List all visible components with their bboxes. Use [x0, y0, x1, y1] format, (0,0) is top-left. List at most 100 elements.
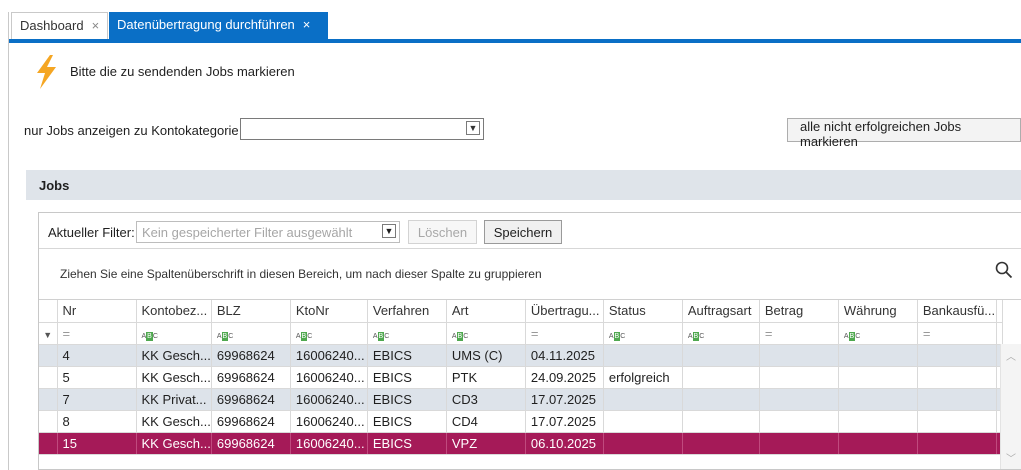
- table-cell[interactable]: [838, 366, 918, 389]
- table-cell[interactable]: EBICS: [367, 432, 447, 455]
- table-cell[interactable]: [682, 344, 760, 367]
- table-cell[interactable]: [917, 388, 997, 411]
- table-cell[interactable]: CD4: [446, 410, 526, 433]
- row-indicator[interactable]: [39, 388, 58, 411]
- table-cell[interactable]: [759, 366, 839, 389]
- table-cell[interactable]: 16006240...: [290, 388, 368, 411]
- equals-filter-icon[interactable]: =: [57, 322, 137, 345]
- table-cell[interactable]: [682, 432, 760, 455]
- table-cell[interactable]: KK Privat...: [136, 388, 212, 411]
- table-cell[interactable]: [603, 410, 683, 433]
- table-row[interactable]: 4 KK Gesch... 69968624 16006240... EBICS UMS …: [39, 344, 1003, 367]
- table-cell[interactable]: [917, 366, 997, 389]
- column-header-status[interactable]: Status: [603, 300, 683, 323]
- text-filter-icon[interactable]: ABC: [367, 322, 447, 345]
- table-cell[interactable]: [759, 410, 839, 433]
- table-cell[interactable]: 16006240...: [290, 432, 368, 455]
- table-cell[interactable]: KK Gesch...: [136, 432, 212, 455]
- scroll-up-icon[interactable]: ︿: [1006, 348, 1016, 363]
- column-header-nr[interactable]: Nr: [57, 300, 137, 323]
- table-row[interactable]: 15 KK Gesch... 69968624 16006240... EBICS VPZ…: [39, 432, 1003, 455]
- tab-datenuebertragung[interactable]: Datenübertragung durchführen ×: [109, 12, 328, 39]
- table-cell[interactable]: 17.07.2025: [525, 410, 604, 433]
- equals-filter-icon[interactable]: =: [917, 322, 997, 345]
- table-cell[interactable]: [682, 388, 760, 411]
- column-header-blz[interactable]: BLZ: [211, 300, 291, 323]
- table-cell[interactable]: 16006240...: [290, 344, 368, 367]
- table-cell[interactable]: [759, 344, 839, 367]
- saved-filter-select[interactable]: Kein gespeicherter Filter ausgewählt ▼: [136, 221, 400, 243]
- table-cell[interactable]: VPZ: [446, 432, 526, 455]
- text-filter-icon[interactable]: ABC: [211, 322, 291, 345]
- column-header-kontobezeichnung[interactable]: Kontobez...: [136, 300, 212, 323]
- mark-all-button[interactable]: alle nicht erfolgreichen Jobs markieren: [787, 118, 1021, 149]
- column-header-auftragsart[interactable]: Auftragsart: [682, 300, 760, 323]
- table-cell[interactable]: 17.07.2025: [525, 388, 604, 411]
- table-cell[interactable]: [838, 410, 918, 433]
- table-cell[interactable]: EBICS: [367, 388, 447, 411]
- chevron-down-icon[interactable]: ▼: [382, 224, 396, 238]
- table-cell[interactable]: 69968624: [211, 344, 291, 367]
- table-cell[interactable]: [682, 366, 760, 389]
- delete-filter-button[interactable]: Löschen: [408, 220, 477, 244]
- column-header-bankausfuehrung[interactable]: Bankausfü...: [917, 300, 997, 323]
- row-indicator[interactable]: [39, 366, 58, 389]
- text-filter-icon[interactable]: ABC: [290, 322, 368, 345]
- table-cell[interactable]: 15: [57, 432, 137, 455]
- table-cell[interactable]: [603, 432, 683, 455]
- table-cell[interactable]: [838, 344, 918, 367]
- table-cell[interactable]: [838, 432, 918, 455]
- table-cell[interactable]: CD3: [446, 388, 526, 411]
- close-icon[interactable]: ×: [303, 17, 311, 32]
- table-cell[interactable]: 16006240...: [290, 410, 368, 433]
- close-icon[interactable]: ×: [92, 18, 100, 33]
- table-row[interactable]: 7 KK Privat... 69968624 16006240... EBICS CD3…: [39, 388, 1003, 411]
- equals-filter-icon[interactable]: =: [525, 322, 604, 345]
- table-cell[interactable]: EBICS: [367, 344, 447, 367]
- table-cell[interactable]: EBICS: [367, 366, 447, 389]
- table-cell[interactable]: [838, 388, 918, 411]
- table-cell[interactable]: [682, 410, 760, 433]
- equals-filter-icon[interactable]: =: [759, 322, 839, 345]
- table-row[interactable]: 5 KK Gesch... 69968624 16006240... EBICS PTK 2…: [39, 366, 1003, 389]
- text-filter-icon[interactable]: ABC: [446, 322, 526, 345]
- save-filter-button[interactable]: Speichern: [484, 220, 562, 244]
- table-cell[interactable]: 4: [57, 344, 137, 367]
- table-cell[interactable]: KK Gesch...: [136, 344, 212, 367]
- filter-icon[interactable]: ▼: [39, 322, 58, 345]
- vertical-scrollbar[interactable]: ︿ ﹀: [1000, 344, 1021, 469]
- column-header-waehrung[interactable]: Währung: [838, 300, 918, 323]
- table-cell[interactable]: 69968624: [211, 388, 291, 411]
- row-indicator[interactable]: [39, 410, 58, 433]
- table-cell[interactable]: [603, 344, 683, 367]
- table-cell[interactable]: 69968624: [211, 432, 291, 455]
- table-cell[interactable]: [759, 388, 839, 411]
- table-cell[interactable]: UMS (C): [446, 344, 526, 367]
- table-cell[interactable]: 69968624: [211, 410, 291, 433]
- table-cell[interactable]: 8: [57, 410, 137, 433]
- search-icon[interactable]: [995, 261, 1013, 279]
- table-cell[interactable]: KK Gesch...: [136, 366, 212, 389]
- table-cell[interactable]: EBICS: [367, 410, 447, 433]
- text-filter-icon[interactable]: ABC: [682, 322, 760, 345]
- table-cell[interactable]: [603, 388, 683, 411]
- row-indicator[interactable]: [39, 344, 58, 367]
- text-filter-icon[interactable]: ABC: [838, 322, 918, 345]
- table-row[interactable]: 8 KK Gesch... 69968624 16006240... EBICS CD4 1…: [39, 410, 1003, 433]
- column-header-verfahren[interactable]: Verfahren: [367, 300, 447, 323]
- table-cell[interactable]: [917, 410, 997, 433]
- column-header-betrag[interactable]: Betrag: [759, 300, 839, 323]
- column-header-uebertragung[interactable]: Übertragu...: [525, 300, 604, 323]
- table-cell[interactable]: 69968624: [211, 366, 291, 389]
- table-cell[interactable]: 06.10.2025: [525, 432, 604, 455]
- text-filter-icon[interactable]: ABC: [603, 322, 683, 345]
- table-cell[interactable]: 04.11.2025: [525, 344, 604, 367]
- scroll-down-icon[interactable]: ﹀: [1006, 450, 1016, 465]
- text-filter-icon[interactable]: ABC: [136, 322, 212, 345]
- table-cell[interactable]: 16006240...: [290, 366, 368, 389]
- table-cell[interactable]: 5: [57, 366, 137, 389]
- table-cell[interactable]: 24.09.2025: [525, 366, 604, 389]
- table-cell[interactable]: [917, 432, 997, 455]
- row-indicator[interactable]: [39, 432, 58, 455]
- table-cell[interactable]: 7: [57, 388, 137, 411]
